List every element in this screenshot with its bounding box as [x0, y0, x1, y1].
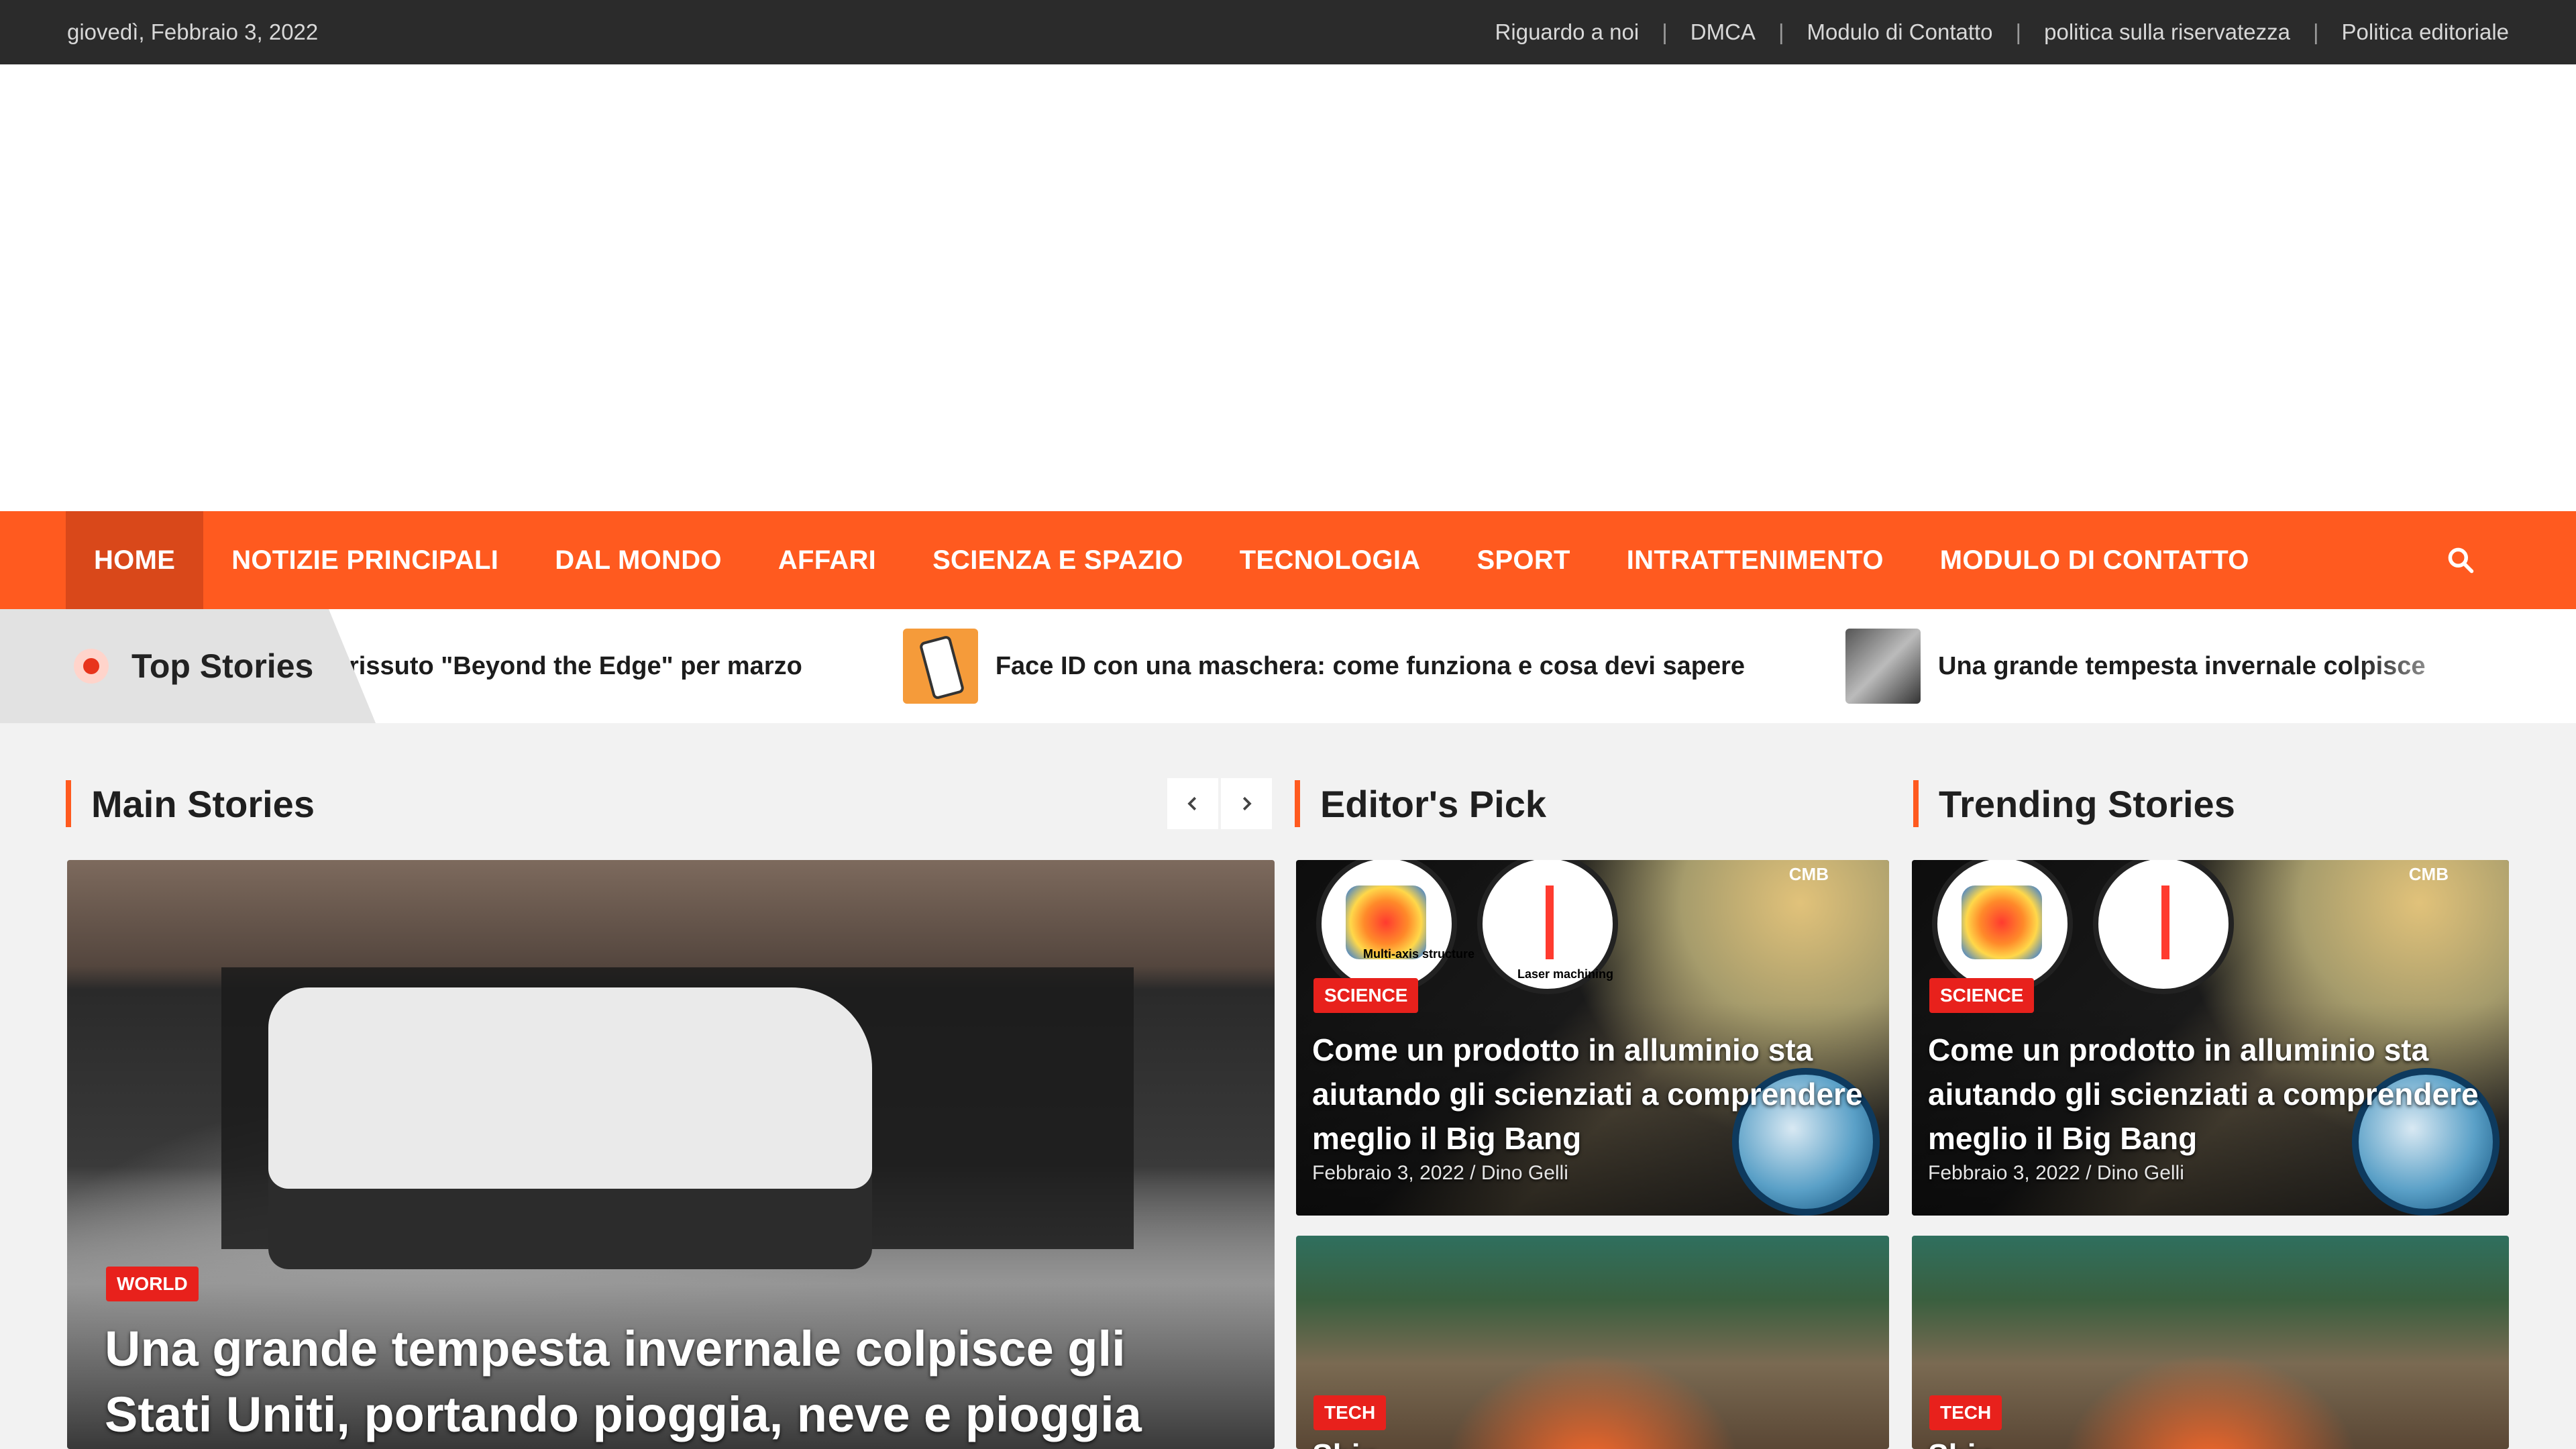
card-title[interactable]: Shin... [1312, 1437, 1405, 1449]
link-about[interactable]: Riguardo a noi [1495, 19, 1640, 45]
carousel-next-button[interactable] [1221, 778, 1272, 829]
card-meta: Febbraio 3, 2022 / Dino Gelli [1312, 1162, 1568, 1184]
live-dot-icon [74, 649, 109, 684]
ticker-item-title: Face ID con una maschera: come funziona … [995, 651, 1746, 680]
top-bar: giovedì, Febbraio 3, 2022 Riguardo a noi… [0, 0, 2576, 64]
nav-item-science[interactable]: SCIENZA E SPAZIO [904, 511, 1212, 609]
ticker-item[interactable]: Una grande tempesta invernale colpisce [1845, 629, 2426, 704]
divider: | [2312, 19, 2319, 44]
top-stories-ticker: rissuto "Beyond the Edge" per marzo Face… [0, 609, 2576, 723]
diagram-label: Multi-axis structure [1363, 947, 1475, 961]
category-badge[interactable]: SCIENCE [1929, 978, 2035, 1013]
section-title: Editor's Pick [1320, 782, 1546, 825]
nav-item-entertainment[interactable]: INTRATTENIMENTO [1599, 511, 1912, 609]
carousel-prev-button[interactable] [1167, 778, 1218, 829]
ticker-item-title: rissuto "Beyond the Edge" per marzo [349, 651, 802, 680]
editors-pick-card[interactable]: TECH Shin... [1296, 1236, 1889, 1449]
storm-thumbnail [1845, 629, 1921, 704]
nav-item-contact[interactable]: MODULO DI CONTATTO [1912, 511, 2277, 609]
category-badge[interactable]: SCIENCE [1313, 978, 1419, 1013]
section-editors-pick: Editor's Pick [1295, 778, 1546, 829]
link-privacy[interactable]: politica sulla riservatezza [2044, 19, 2290, 45]
nav-item-business[interactable]: AFFARI [750, 511, 904, 609]
main-nav: HOME NOTIZIE PRINCIPALI DAL MONDO AFFARI… [0, 511, 2576, 609]
chevron-left-icon [1187, 796, 1197, 811]
link-contact-form[interactable]: Modulo di Contatto [1807, 19, 1993, 45]
ticker-label-text: Top Stories [131, 647, 314, 685]
cmb-label: CMB [2408, 864, 2449, 884]
main-story-card[interactable]: WORLD Una grande tempesta invernale colp… [67, 860, 1275, 1449]
search-icon [2448, 547, 2474, 574]
card-title[interactable]: Come un prodotto in alluminio sta aiutan… [1928, 1028, 2496, 1161]
card-title[interactable]: Come un prodotto in alluminio sta aiutan… [1312, 1028, 1876, 1161]
ticker-fade [2355, 609, 2516, 723]
editors-pick-card[interactable]: Multi-axis structure Laser machining CMB… [1296, 860, 1889, 1216]
category-badge[interactable]: TECH [1313, 1395, 1387, 1430]
snowy-truck [268, 987, 872, 1269]
section-accent [66, 780, 71, 827]
main-story-title[interactable]: Una grande tempesta invernale colpisce g… [105, 1316, 1245, 1448]
nav-item-home[interactable]: HOME [66, 511, 204, 609]
phone-thumbnail [902, 629, 978, 704]
link-editorial[interactable]: Politica editoriale [2342, 19, 2509, 45]
ticker-item[interactable]: Face ID con una maschera: come funziona … [902, 629, 1746, 704]
nav-item-world[interactable]: DAL MONDO [527, 511, 750, 609]
link-dmca[interactable]: DMCA [1690, 19, 1756, 45]
card-title[interactable]: Shin... [1928, 1437, 2021, 1449]
card-meta: Febbraio 3, 2022 / Dino Gelli [1928, 1162, 2184, 1184]
chevron-right-icon [1242, 796, 1252, 811]
nav-item-sport[interactable]: SPORT [1448, 511, 1598, 609]
search-button[interactable] [2446, 511, 2475, 609]
category-badge[interactable]: WORLD [106, 1267, 199, 1301]
divider: | [1662, 19, 1668, 44]
diagram-label: Laser machining [1517, 967, 1614, 981]
category-badge[interactable]: TECH [1929, 1395, 2002, 1430]
section-accent [1913, 780, 1919, 827]
carousel-controls [1167, 778, 1272, 829]
top-links: Riguardo a noi | DMCA | Modulo di Contat… [1495, 19, 2509, 45]
section-title: Trending Stories [1939, 782, 2235, 825]
section-title: Main Stories [91, 782, 315, 825]
cmb-label: CMB [1788, 864, 1829, 884]
current-date: giovedì, Febbraio 3, 2022 [67, 19, 319, 44]
trending-card[interactable]: CMB SCIENCE Come un prodotto in allumini… [1912, 860, 2509, 1216]
ticker-label: Top Stories [0, 609, 376, 723]
ticker-items: rissuto "Beyond the Edge" per marzo Face… [349, 609, 2576, 723]
section-main-stories: Main Stories [66, 778, 315, 829]
nav-item-top-news[interactable]: NOTIZIE PRINCIPALI [203, 511, 527, 609]
ticker-item-title: Una grande tempesta invernale colpisce [1938, 651, 2426, 680]
divider: | [2015, 19, 2022, 44]
section-trending: Trending Stories [1913, 778, 2235, 829]
section-accent [1295, 780, 1300, 827]
nav-item-technology[interactable]: TECNOLOGIA [1212, 511, 1449, 609]
ticker-item[interactable]: rissuto "Beyond the Edge" per marzo [349, 652, 802, 681]
trending-card[interactable]: TECH Shin... [1912, 1236, 2509, 1449]
divider: | [1778, 19, 1784, 44]
